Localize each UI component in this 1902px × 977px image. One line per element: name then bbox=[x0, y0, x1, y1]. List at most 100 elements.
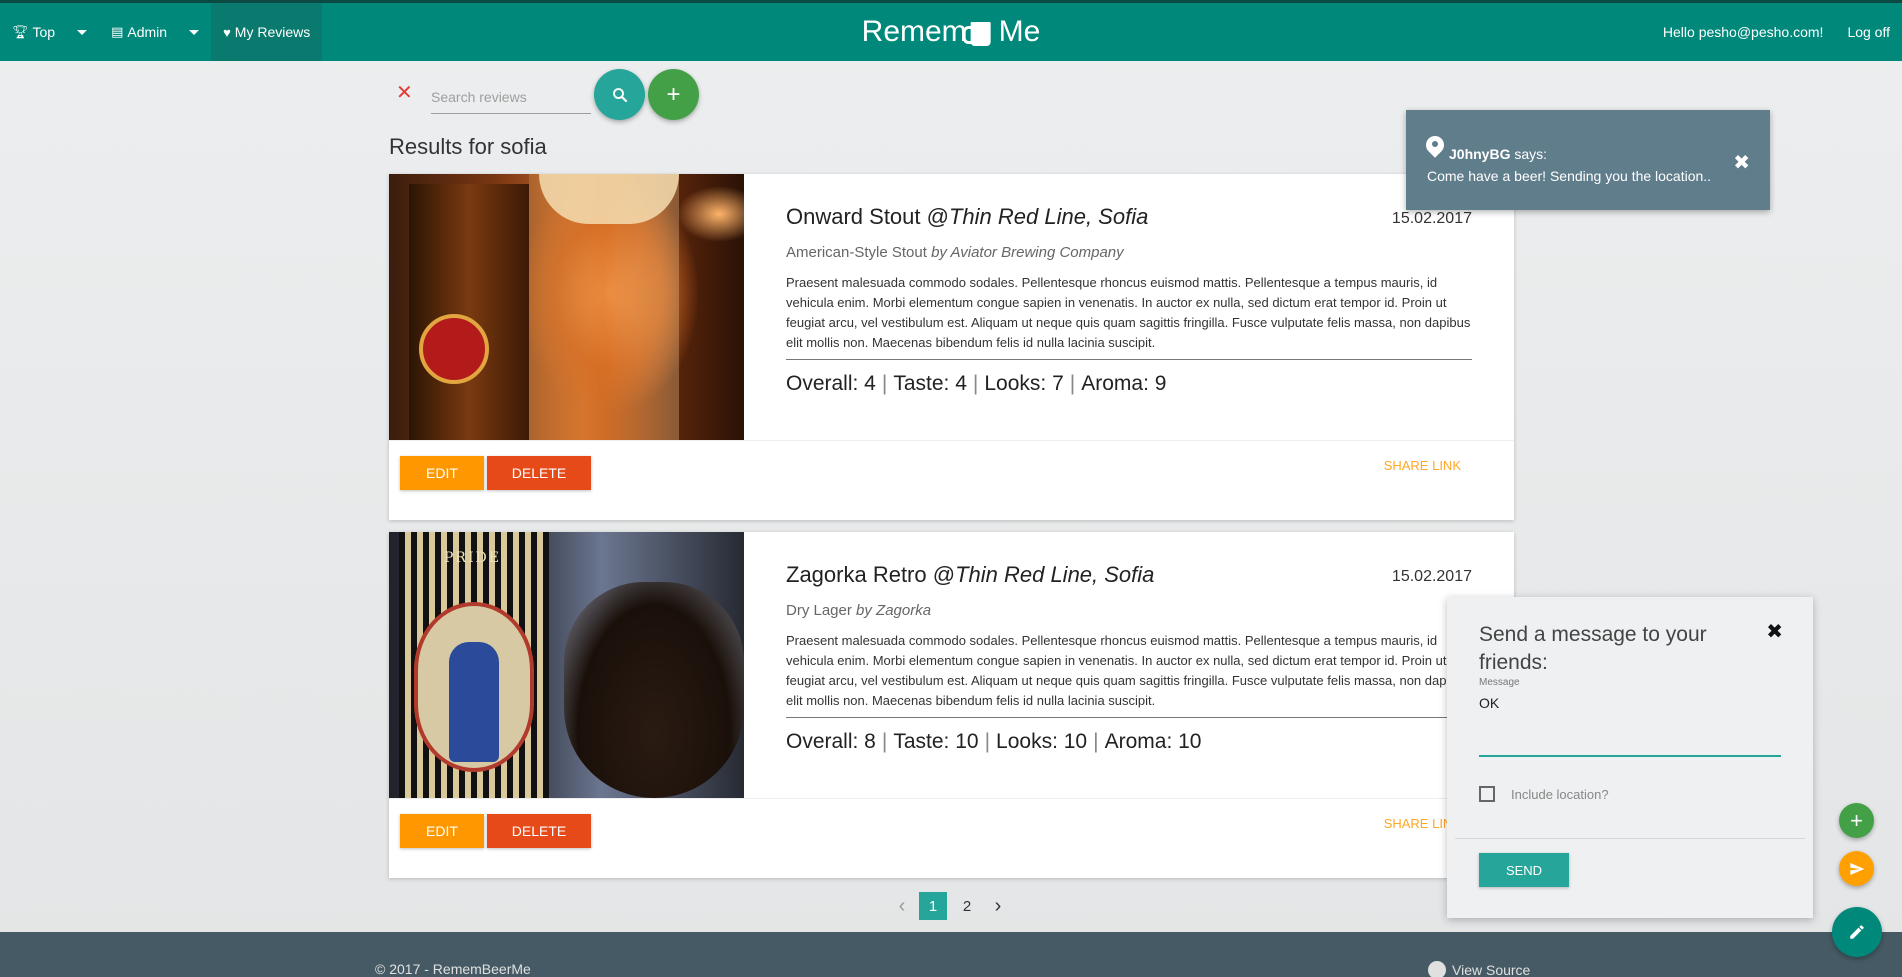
plus-icon: + bbox=[666, 80, 681, 108]
page-1[interactable]: 1 bbox=[919, 892, 947, 920]
beer-style: Dry Lager by Zagorka bbox=[786, 602, 1472, 619]
brand-logo[interactable]: Remem Me bbox=[862, 3, 1041, 61]
heart-icon: ♥ bbox=[223, 24, 231, 40]
review-title: Onward Stout @Thin Red Line, Sofia bbox=[786, 204, 1472, 230]
delete-button[interactable]: Delete bbox=[487, 456, 591, 490]
score-separator: | bbox=[972, 372, 979, 395]
map-pin-icon bbox=[1426, 136, 1444, 158]
beer-photo: PRIDE bbox=[389, 532, 744, 798]
nav-top-label: Top bbox=[32, 24, 56, 40]
include-location-checkbox[interactable] bbox=[1479, 786, 1495, 802]
toast-message: Come have a beer! Sending you the locati… bbox=[1427, 168, 1712, 184]
edit-button[interactable]: Edit bbox=[400, 814, 484, 848]
page-2[interactable]: 2 bbox=[953, 892, 981, 920]
brewery-name: by Zagorka bbox=[856, 602, 932, 619]
message-field[interactable]: OK bbox=[1479, 693, 1781, 757]
review-body: Onward Stout @Thin Red Line, Sofia 15.02… bbox=[786, 204, 1472, 396]
review-card: PRIDE Zagorka Retro @Thin Red Line, Sofi… bbox=[389, 532, 1514, 878]
view-source-label: View Source bbox=[1452, 962, 1531, 977]
chevron-right-icon[interactable]: › bbox=[984, 895, 1012, 918]
review-body: Zagorka Retro @Thin Red Line, Sofia 15.0… bbox=[786, 562, 1472, 754]
logoff-link[interactable]: Log off bbox=[1835, 24, 1902, 40]
beer-style: American-Style Stout by Aviator Brewing … bbox=[786, 244, 1472, 261]
message-field-label: Message bbox=[1479, 677, 1520, 688]
review-text: Praesent malesuada commodo sodales. Pell… bbox=[786, 273, 1472, 360]
panel-divider bbox=[1455, 838, 1805, 839]
score-separator: | bbox=[1093, 730, 1099, 753]
score-separator: | bbox=[881, 730, 888, 753]
footer-copyright: © 2017 - RememBeerMe bbox=[375, 961, 531, 977]
review-title: Zagorka Retro @Thin Red Line, Sofia bbox=[786, 562, 1472, 588]
brand-text-right: Me bbox=[998, 15, 1041, 48]
score-looks: Looks: 7 bbox=[984, 372, 1064, 395]
pencil-icon bbox=[1850, 925, 1864, 939]
photo-bottle bbox=[409, 184, 529, 440]
clear-search-icon[interactable]: ✕ bbox=[396, 80, 413, 105]
send-message-panel: Send a message to your friends: ✖ Messag… bbox=[1447, 597, 1813, 918]
score-separator: | bbox=[881, 372, 888, 395]
score-aroma: Aroma: 9 bbox=[1081, 372, 1167, 395]
beer-mug-icon bbox=[962, 18, 997, 46]
photo-bottle-label bbox=[419, 314, 489, 384]
panel-title: Send a message to your friends: bbox=[1479, 623, 1707, 674]
nav-admin-label: Admin bbox=[127, 24, 168, 40]
review-scores: Overall: 4 | Taste: 4 | Looks: 7 | Aroma: 9 bbox=[786, 372, 1472, 396]
review-text: Praesent malesuada commodo sodales. Pell… bbox=[786, 631, 1472, 718]
plus-icon: + bbox=[1850, 807, 1863, 833]
score-separator: | bbox=[984, 730, 991, 753]
brewery-name: by Aviator Brewing Company bbox=[931, 244, 1124, 261]
style-name: American-Style Stout bbox=[786, 244, 927, 261]
venue-name: Thin Red Line, Sofia bbox=[948, 204, 1149, 229]
compose-button[interactable] bbox=[1832, 907, 1882, 957]
chevron-down-icon bbox=[77, 29, 88, 35]
brand-text-left: Remem bbox=[861, 15, 967, 48]
nav-admin-dropdown[interactable]: ▤ Admin bbox=[99, 3, 211, 61]
review-date: 15.02.2017 bbox=[1391, 568, 1472, 585]
photo-label-text: PRIDE bbox=[444, 550, 501, 566]
nav-my-reviews-label: My Reviews bbox=[234, 24, 311, 40]
close-icon[interactable]: ✖ bbox=[1766, 619, 1783, 644]
score-aroma: Aroma: 10 bbox=[1104, 730, 1202, 753]
notification-toast: J0hnyBG says: Come have a beer! Sending … bbox=[1406, 110, 1770, 210]
footer: © 2017 - RememBeerMe View Source bbox=[0, 932, 1902, 977]
edit-button[interactable]: Edit bbox=[400, 456, 484, 490]
send-button[interactable]: Send bbox=[1479, 853, 1569, 887]
chevron-down-icon bbox=[189, 29, 200, 35]
share-link[interactable]: Share link bbox=[1384, 458, 1461, 473]
chevron-left-icon[interactable]: ‹ bbox=[888, 895, 916, 918]
search-icon bbox=[612, 87, 627, 102]
quick-send-button[interactable] bbox=[1839, 851, 1874, 886]
user-greeting-link[interactable]: Hello pesho@pesho.com! bbox=[1651, 24, 1836, 40]
quick-add-button[interactable]: + bbox=[1839, 803, 1874, 838]
toast-username: J0hnyBG bbox=[1449, 146, 1511, 162]
paper-plane-icon bbox=[1849, 862, 1864, 875]
top-navbar: 🏆︎ Top ▤ Admin ♥ My Reviews Remem Me Hel… bbox=[0, 0, 1902, 61]
delete-button[interactable]: Delete bbox=[487, 814, 591, 848]
beer-photo bbox=[389, 174, 744, 440]
score-taste: Taste: 10 bbox=[893, 730, 979, 753]
score-taste: Taste: 4 bbox=[893, 372, 967, 395]
include-location-label: Include location? bbox=[1511, 787, 1609, 802]
review-scores: Overall: 8 | Taste: 10 | Looks: 10 | Aroma: 10 bbox=[786, 730, 1472, 754]
score-overall: Overall: 4 bbox=[786, 372, 876, 395]
search-button[interactable] bbox=[594, 69, 645, 120]
beer-name: Onward Stout @ bbox=[786, 204, 949, 229]
close-icon[interactable]: ✖ bbox=[1733, 150, 1750, 175]
review-actions: Edit Delete Share link bbox=[389, 798, 1514, 878]
style-name: Dry Lager bbox=[786, 602, 852, 619]
review-date: 15.02.2017 bbox=[1391, 210, 1472, 227]
beer-name: Zagorka Retro @ bbox=[786, 562, 956, 587]
view-source-link[interactable]: View Source bbox=[1428, 961, 1530, 977]
review-actions: Edit Delete Share link bbox=[389, 440, 1514, 520]
add-review-button[interactable]: + bbox=[648, 69, 699, 120]
review-card: Onward Stout @Thin Red Line, Sofia 15.02… bbox=[389, 174, 1514, 520]
results-title: Results for sofia bbox=[389, 134, 547, 159]
nav-top-dropdown[interactable]: 🏆︎ Top bbox=[0, 3, 99, 61]
toast-sender: J0hnyBG says: bbox=[1449, 146, 1547, 162]
github-icon bbox=[1428, 961, 1446, 977]
pagination: ‹ 1 2 › bbox=[888, 892, 1012, 920]
search-input[interactable] bbox=[431, 80, 591, 114]
nav-my-reviews[interactable]: ♥ My Reviews bbox=[211, 3, 323, 61]
photo-glass bbox=[564, 582, 744, 798]
nav-left: 🏆︎ Top ▤ Admin ♥ My Reviews bbox=[0, 3, 323, 61]
